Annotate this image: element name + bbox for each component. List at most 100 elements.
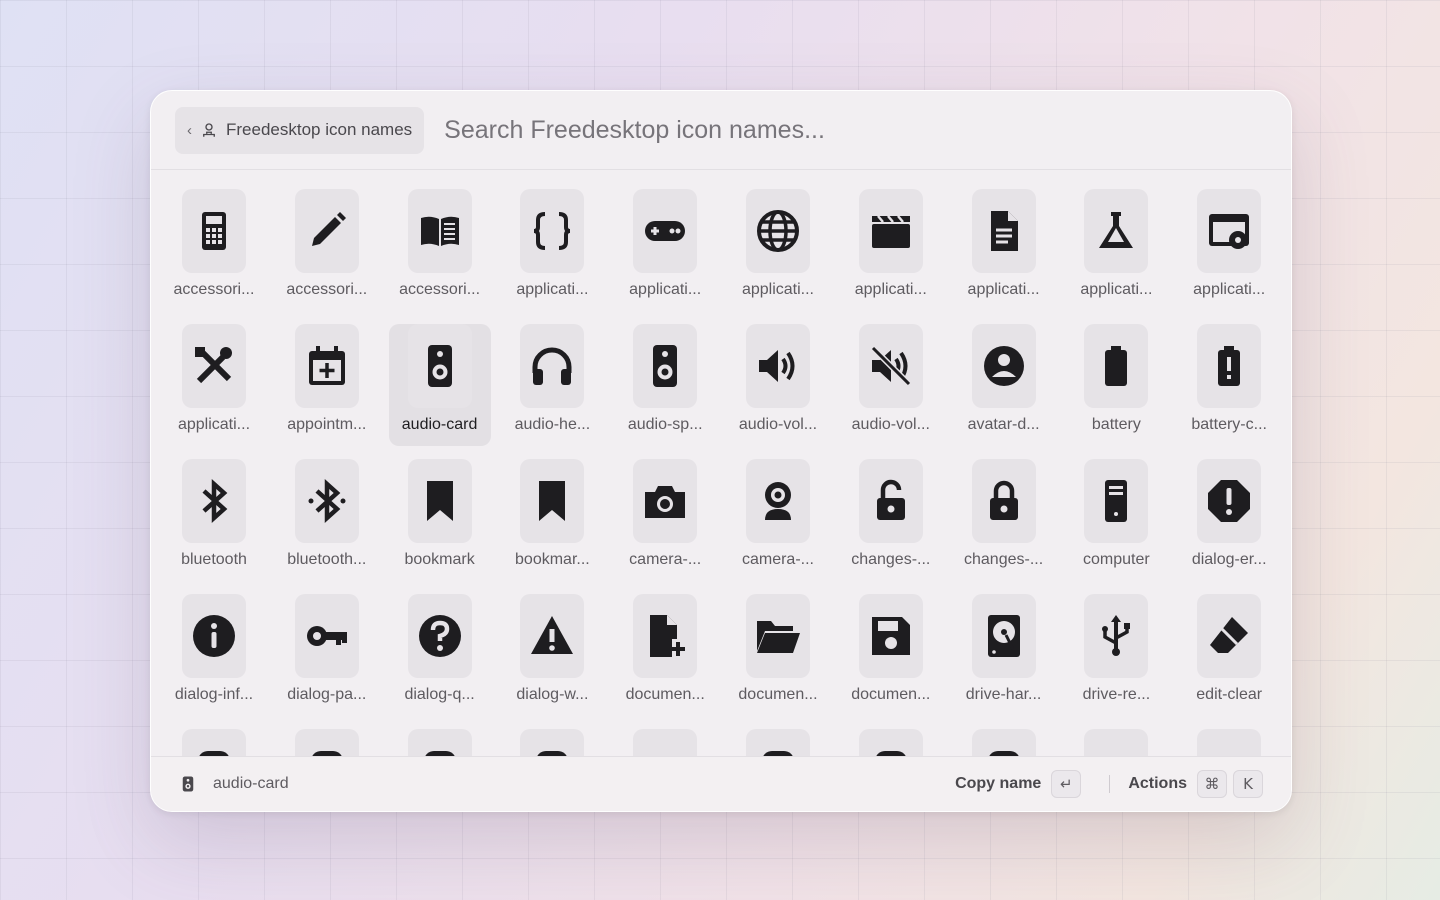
grid-cell[interactable]: [501, 729, 603, 756]
icon-label: dialog-q...: [404, 686, 475, 703]
icon-grid-item[interactable]: dialog-q...: [389, 594, 491, 716]
bookmark-icon: [520, 459, 585, 543]
icon-grid-item[interactable]: applicati...: [614, 189, 716, 311]
bookmark-icon: [407, 459, 472, 543]
grid-cell[interactable]: [1178, 729, 1280, 756]
key-icon: [294, 594, 359, 678]
icon-grid-item[interactable]: drive-re...: [1065, 594, 1167, 716]
document-new-icon: [633, 594, 698, 678]
breadcrumb[interactable]: ‹ Freedesktop icon names: [175, 106, 425, 154]
icon-label: camera-...: [741, 551, 814, 568]
chevron-left-icon[interactable]: ‹: [187, 122, 192, 139]
icon-label: avatar-d...: [967, 416, 1040, 433]
icon-grid-item[interactable]: audio-vol...: [840, 324, 942, 446]
icon-label: applicati...: [516, 281, 589, 298]
icon-label: accessori...: [286, 281, 368, 298]
icon-grid-item[interactable]: documen...: [727, 594, 829, 716]
volume-high-icon: [745, 324, 810, 408]
icon-grid-item[interactable]: applicati...: [840, 189, 942, 311]
calculator-icon: [182, 189, 246, 273]
command-key-hint: ⌘: [1197, 770, 1227, 798]
eraser-icon: [1197, 594, 1262, 678]
pencil-icon: [294, 189, 359, 273]
icon-label: audio-sp...: [627, 416, 703, 433]
icon-grid-item[interactable]: audio-he...: [501, 324, 603, 446]
grid-cell[interactable]: [614, 729, 716, 756]
computer-icon: [1084, 459, 1149, 543]
actions-button[interactable]: Actions: [1128, 775, 1187, 793]
icon-label: bookmar...: [515, 551, 590, 568]
icon-grid-item[interactable]: changes-...: [840, 459, 942, 581]
icon-label: applicati...: [967, 281, 1040, 298]
icon-label: documen...: [625, 686, 705, 703]
window-gear-icon: [1197, 189, 1262, 273]
icon-grid-item[interactable]: applicati...: [163, 324, 265, 446]
copy-name-button[interactable]: Copy name: [955, 775, 1041, 793]
divider: [1109, 775, 1111, 793]
icon-grid-item[interactable]: battery-c...: [1178, 324, 1280, 446]
icon-grid-item[interactable]: audio-vol...: [727, 324, 829, 446]
icon-grid-item[interactable]: battery: [1065, 324, 1167, 446]
grid-cell[interactable]: [389, 729, 491, 756]
k-key-hint: K: [1233, 770, 1263, 798]
icon-grid-item[interactable]: audio-sp...: [614, 324, 716, 446]
icon-grid-item[interactable]: accessori...: [389, 189, 491, 311]
icon-grid-item[interactable]: bookmar...: [501, 459, 603, 581]
icon-grid-item[interactable]: accessori...: [163, 189, 265, 311]
icon-grid-container[interactable]: accessori... accessori... accessori... appl…: [151, 171, 1291, 756]
clapperboard-icon: [858, 189, 923, 273]
grid-cell[interactable]: [840, 729, 942, 756]
icon-grid-item[interactable]: documen...: [840, 594, 942, 716]
icon-grid-item[interactable]: drive-har...: [953, 594, 1055, 716]
selected-item-name: audio-card: [213, 775, 289, 792]
icon-grid-item[interactable]: bluetooth...: [276, 459, 378, 581]
icon-label: bluetooth...: [287, 551, 367, 568]
icon-grid-item[interactable]: applicati...: [501, 189, 603, 311]
icon-grid-item[interactable]: camera-...: [727, 459, 829, 581]
icon-label: drive-har...: [965, 686, 1042, 703]
icon-grid-item[interactable]: dialog-inf...: [163, 594, 265, 716]
icon-grid-item[interactable]: applicati...: [1178, 189, 1280, 311]
icon-grid-item[interactable]: applicati...: [727, 189, 829, 311]
icon-grid-item[interactable]: computer: [1065, 459, 1167, 581]
icon-label: accessori...: [173, 281, 255, 298]
icon-label: dialog-inf...: [174, 686, 254, 703]
icon-grid-item[interactable]: edit-clear: [1178, 594, 1280, 716]
icon-grid-item[interactable]: dialog-w...: [501, 594, 603, 716]
icon-grid-item[interactable]: applicati...: [1065, 189, 1167, 311]
document-icon: [971, 189, 1036, 273]
search-input[interactable]: [442, 114, 1047, 146]
bluetooth-active-icon: [294, 459, 359, 543]
error-icon: [1197, 459, 1262, 543]
icon-label: applicati...: [741, 281, 814, 298]
battery-icon: [1084, 324, 1149, 408]
icon-label: applicati...: [1193, 281, 1266, 298]
grid-cell[interactable]: [1065, 729, 1167, 756]
icon-grid-item[interactable]: bluetooth: [163, 459, 265, 581]
icon-grid-item[interactable]: avatar-d...: [953, 324, 1055, 446]
icon-grid-item[interactable]: applicati...: [953, 189, 1055, 311]
bluetooth-icon: [182, 459, 246, 543]
calendar-plus-icon: [294, 324, 359, 408]
braces-icon: [520, 189, 585, 273]
icon-grid-item[interactable]: changes-...: [953, 459, 1055, 581]
grid-cell[interactable]: [727, 729, 829, 756]
icon-grid-item[interactable]: appointm...: [276, 324, 378, 446]
icon-label: audio-he...: [514, 416, 591, 433]
extension-person-icon: [203, 123, 215, 137]
headphones-icon: [520, 324, 585, 408]
icon-grid-item[interactable]: dialog-er...: [1178, 459, 1280, 581]
icon-label: audio-card: [401, 416, 478, 433]
grid-cell[interactable]: [163, 729, 265, 756]
icon-grid-item[interactable]: dialog-pa...: [276, 594, 378, 716]
lock-icon: [971, 459, 1036, 543]
icon-grid-item[interactable]: documen...: [614, 594, 716, 716]
icon-label: bookmark: [404, 551, 475, 568]
user-circle-icon: [971, 324, 1036, 408]
grid-cell[interactable]: [276, 729, 378, 756]
icon-grid-item[interactable]: accessori...: [276, 189, 378, 311]
icon-grid-item[interactable]: bookmark: [389, 459, 491, 581]
grid-cell[interactable]: [953, 729, 1055, 756]
icon-grid-item[interactable]: camera-...: [614, 459, 716, 581]
icon-grid-item[interactable]: audio-card: [388, 324, 491, 446]
